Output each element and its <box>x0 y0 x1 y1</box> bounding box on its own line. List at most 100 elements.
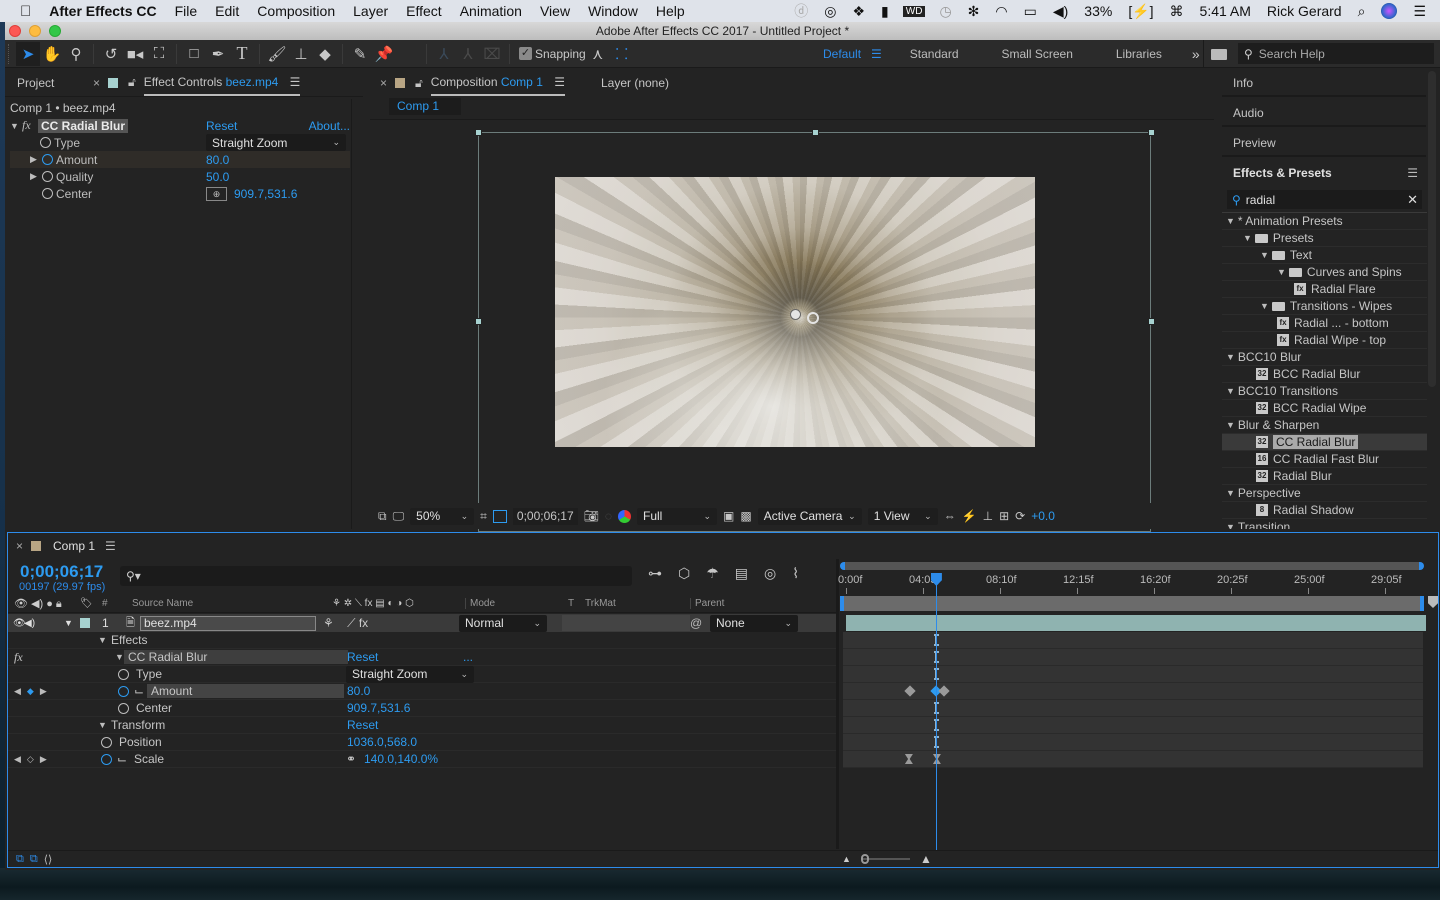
property-value[interactable]: 140.0,140.0% <box>364 752 438 766</box>
disclosure-triangle-icon[interactable]: ▼ <box>1226 216 1235 226</box>
battery-icon[interactable]: [⚡] <box>1120 3 1161 20</box>
type-tool-icon[interactable]: T <box>230 42 254 66</box>
fast-previews-icon[interactable]: ⚡ <box>962 509 977 523</box>
hold-keyframe-marker[interactable] <box>904 754 913 764</box>
eraser-tool-icon[interactable]: ◆ <box>313 42 337 66</box>
comp-marker-well[interactable] <box>1428 596 1438 608</box>
comp-breadcrumb[interactable]: Comp 1 <box>389 98 461 115</box>
column-source-name[interactable]: Source Name <box>132 598 332 609</box>
transparency-grid-icon[interactable]: ▩ <box>740 509 751 523</box>
timeline-divider[interactable] <box>836 559 839 849</box>
parent-dropdown[interactable]: None ⌄ <box>710 614 798 632</box>
pick-whip-icon[interactable]: @ <box>690 616 710 630</box>
anchor-point-icon[interactable] <box>790 309 801 320</box>
property-dropdown[interactable]: Straight Zoom ⌄ <box>346 665 474 683</box>
menu-view[interactable]: View <box>531 3 579 19</box>
hold-keyframe-marker[interactable] <box>932 754 941 764</box>
clear-search-icon[interactable]: ✕ <box>1407 192 1418 208</box>
layer-duration-bar[interactable] <box>846 615 1426 631</box>
tab-timeline-comp[interactable]: Comp 1 <box>53 539 95 553</box>
effects-tree-item[interactable]: ▼ Text <box>1222 247 1427 264</box>
effect-center-point-icon[interactable] <box>807 312 819 324</box>
property-value[interactable]: 1036.0,568.0 <box>347 735 417 749</box>
transform-handle[interactable] <box>812 129 819 136</box>
transform-handle[interactable] <box>475 318 482 325</box>
panel-info[interactable]: Info <box>1222 69 1426 97</box>
property-value[interactable]: 909.7,531.6 <box>347 701 410 715</box>
bluetooth-icon[interactable]: ✻ <box>960 3 988 20</box>
menu-composition[interactable]: Composition <box>248 3 344 19</box>
workspace-small-screen[interactable]: Small Screen <box>977 47 1098 61</box>
transform-handle[interactable] <box>1148 318 1155 325</box>
dropbox-icon[interactable]: ❖ <box>844 3 873 20</box>
zoom-in-icon[interactable]: ▲ <box>920 852 932 866</box>
layer-search-field[interactable]: ⚲▾ <box>120 566 632 586</box>
graph-icon[interactable]: ⌙ <box>134 684 144 698</box>
local-axis-icon[interactable]: ⅄ <box>432 42 456 66</box>
audio-icon[interactable]: ◀) <box>24 618 64 629</box>
disclosure-triangle-icon[interactable]: ▼ <box>1260 301 1269 311</box>
menu-animation[interactable]: Animation <box>451 3 531 19</box>
stopwatch-animated-icon[interactable] <box>42 154 53 165</box>
property-row[interactable]: Center 909.7,531.6 <box>8 700 836 717</box>
disclosure-triangle-icon[interactable]: ▼ <box>1277 267 1286 277</box>
siri-icon[interactable] <box>1381 3 1398 19</box>
workspace-menu-icon[interactable]: ☰ <box>871 47 892 61</box>
disclosure-triangle-icon[interactable]: ▼ <box>1226 352 1235 362</box>
fx-toggle-icon[interactable]: fx <box>22 118 38 133</box>
wd-drive-icon[interactable]: WD <box>902 5 926 17</box>
effects-search-field[interactable]: ⚲ radial ✕ <box>1227 190 1422 209</box>
menu-effect[interactable]: Effect <box>397 3 451 19</box>
layer-switches[interactable]: ⚘ ⟋ fx <box>316 616 453 631</box>
pan-behind-tool-icon[interactable]: ⛶ <box>147 42 171 66</box>
sync-settings-button[interactable] <box>1203 40 1233 68</box>
amount-value[interactable]: 80.0 <box>206 153 229 167</box>
property-value[interactable]: Reset <box>347 650 378 664</box>
stopwatch-icon[interactable] <box>40 137 51 148</box>
effect-reset-button[interactable]: Reset <box>206 119 237 133</box>
close-tab-icon[interactable]: × <box>368 76 395 90</box>
panel-menu-icon[interactable]: ☰ <box>1407 159 1418 187</box>
center-value[interactable]: 909.7,531.6 <box>234 187 297 201</box>
time-zoom-slider[interactable] <box>862 858 910 860</box>
point-picker-icon[interactable]: ⊕ <box>206 186 227 201</box>
current-time-indicator[interactable] <box>935 573 937 851</box>
world-axis-icon[interactable]: ⅄ <box>456 42 480 66</box>
snap-edges-icon[interactable]: ⋏ <box>586 42 610 66</box>
layer-name-field[interactable]: beez.mp4 <box>140 615 316 631</box>
notification-center-icon[interactable]: ☰ <box>1405 3 1440 20</box>
airplay-icon[interactable]: ▭ <box>1016 3 1045 20</box>
timeline-current-time[interactable]: 0;00;06;17 <box>20 562 103 582</box>
column-parent[interactable]: Parent <box>690 598 724 609</box>
shy-layers-icon[interactable]: ☂ <box>706 565 719 582</box>
menu-layer[interactable]: Layer <box>344 3 397 19</box>
exposure-value[interactable]: +0.0 <box>1031 509 1055 523</box>
keyboard-viewer-icon[interactable]: ⌘ <box>1162 3 1192 20</box>
disclosure-triangle-icon[interactable]: ▼ <box>10 121 22 131</box>
zoom-out-icon[interactable]: ▲ <box>842 854 851 864</box>
disclosure-triangle-icon[interactable]: ▼ <box>1226 386 1235 396</box>
apple-menu-icon[interactable]:  <box>0 3 40 20</box>
motion-blur-icon[interactable]: ◎ <box>764 565 776 582</box>
graph-editor-icon[interactable]: ⌇ <box>792 565 799 582</box>
pixel-aspect-icon[interactable]: ⇔ <box>944 509 956 523</box>
pen-tool-icon[interactable]: ✒ <box>206 42 230 66</box>
battery-percent[interactable]: 33% <box>1076 3 1120 19</box>
effects-tree-item[interactable]: ▼ Presets <box>1222 230 1427 247</box>
keyframe-marker[interactable] <box>938 685 950 697</box>
menu-window[interactable]: Window <box>579 3 647 19</box>
keyframe-marker[interactable] <box>904 685 916 697</box>
property-row[interactable]: ▼ Effects <box>8 632 836 649</box>
stopwatch-animated-icon[interactable] <box>101 753 112 765</box>
show-snapshot-icon[interactable]: ◌ <box>605 509 612 523</box>
disclosure-triangle-icon[interactable]: ▼ <box>1260 250 1269 260</box>
tab-effect-controls[interactable]: Effect Controls beez.mp4 ☰ <box>143 70 301 96</box>
effects-tree-item[interactable]: 16 CC Radial Fast Blur <box>1222 451 1427 468</box>
spotlight-icon[interactable]: ⌕ <box>1350 3 1374 20</box>
zoom-slider-thumb[interactable] <box>861 854 869 864</box>
disclosure-triangle-icon[interactable]: ▼ <box>98 720 107 730</box>
volume-icon[interactable]: ◀) <box>1045 3 1076 20</box>
draft-3d-icon[interactable]: ⬡ <box>678 565 690 582</box>
camera-tool-icon[interactable]: ■◂ <box>123 42 147 66</box>
close-tab-icon[interactable]: × <box>8 539 31 553</box>
